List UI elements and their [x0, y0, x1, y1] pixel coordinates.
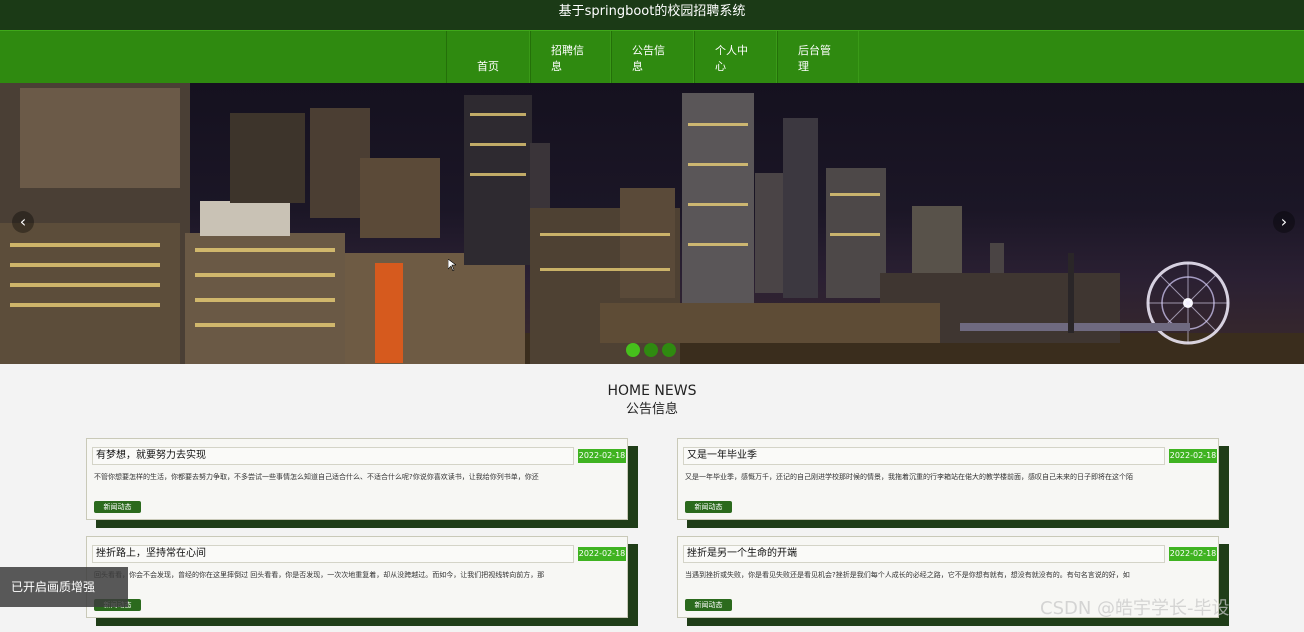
nav-item-announcements[interactable]: 公告信息	[611, 31, 694, 84]
nav-item-label: 后台管理	[798, 44, 831, 73]
quality-enhance-toast: 已开启画质增强	[0, 567, 128, 607]
news-section-heading: HOME NEWS 公告信息	[0, 382, 1304, 420]
news-card-tag[interactable]: 新闻动态	[94, 501, 141, 513]
nav-item-profile[interactable]: 个人中心	[694, 31, 777, 84]
news-card[interactable]: 挫折路上，坚持常在心间 2022-02-18 回头看看，你会不会发现，曾经的你在…	[86, 536, 628, 618]
csdn-watermark: CSDN @皓宇学长-毕设	[1040, 598, 1230, 619]
news-card-title[interactable]: 挫折路上，坚持常在心间	[92, 545, 574, 563]
site-title: 基于springboot的校园招聘系统	[558, 4, 746, 19]
city-night-skyline-image	[0, 83, 1304, 364]
nav-item-label: 招聘信息	[551, 44, 584, 73]
banner-carousel: ‹ ›	[0, 83, 1304, 364]
news-card[interactable]: 又是一年毕业季 2022-02-18 又是一年毕业季，感慨万千，还记的自己刚进学…	[677, 438, 1219, 520]
news-heading-en: HOME NEWS	[607, 383, 697, 399]
news-card-title[interactable]: 又是一年毕业季	[683, 447, 1165, 465]
mouse-cursor-icon	[448, 259, 456, 271]
news-card-wrapper: 挫折路上，坚持常在心间 2022-02-18 回头看看，你会不会发现，曾经的你在…	[86, 536, 638, 626]
news-card[interactable]: 有梦想，就要努力去实现 2022-02-18 不管你想要怎样的生活，你都要去努力…	[86, 438, 628, 520]
nav-item-jobs[interactable]: 招聘信息	[530, 31, 611, 84]
news-heading-cn: 公告信息	[625, 402, 678, 417]
carousel-dot[interactable]	[626, 343, 640, 357]
news-card-title[interactable]: 有梦想，就要努力去实现	[92, 447, 574, 465]
news-card-date: 2022-02-18	[1169, 449, 1217, 463]
news-card-wrapper: 又是一年毕业季 2022-02-18 又是一年毕业季，感慨万千，还记的自己刚进学…	[677, 438, 1229, 528]
nav-item-admin[interactable]: 后台管理	[777, 31, 859, 84]
nav-item-label: 个人中心	[715, 44, 748, 73]
site-header: 基于springboot的校园招聘系统	[0, 0, 1304, 30]
news-card-title[interactable]: 挫折是另一个生命的开端	[683, 545, 1165, 563]
main-navbar: 首页 招聘信息 公告信息 个人中心 后台管理	[0, 30, 1304, 84]
carousel-indicators	[626, 343, 676, 357]
news-card-excerpt: 又是一年毕业季，感慨万千，还记的自己刚进学校那时候的情景，我拖着沉重的行李箱站在…	[685, 473, 1133, 481]
news-card-excerpt: 回头看看，你会不会发现，曾经的你在这里摔倒过 回头看看，你是否发现，一次次地重复…	[94, 571, 545, 579]
news-card-tag[interactable]: 新闻动态	[685, 599, 732, 611]
nav-item-label: 首页	[477, 60, 499, 73]
news-card-tag[interactable]: 新闻动态	[685, 501, 732, 513]
carousel-dot[interactable]	[644, 343, 658, 357]
news-card-date: 2022-02-18	[578, 547, 626, 561]
nav-item-label: 公告信息	[632, 44, 665, 73]
carousel-next-button[interactable]: ›	[1273, 211, 1295, 233]
nav-menu: 首页 招聘信息 公告信息 个人中心 后台管理	[446, 31, 859, 84]
news-card-excerpt: 不管你想要怎样的生活，你都要去努力争取，不多尝试一些事情怎么知道自己适合什么、不…	[94, 473, 539, 481]
news-card-excerpt: 当遇到挫折或失败，你是看见失败还是看见机会?挫折是我们每个人成长的必经之路，它不…	[685, 571, 1130, 579]
news-card-date: 2022-02-18	[578, 449, 626, 463]
nav-item-home[interactable]: 首页	[446, 31, 530, 84]
news-card-wrapper: 有梦想，就要努力去实现 2022-02-18 不管你想要怎样的生活，你都要去努力…	[86, 438, 638, 528]
carousel-dot[interactable]	[662, 343, 676, 357]
news-card-date: 2022-02-18	[1169, 547, 1217, 561]
carousel-prev-button[interactable]: ‹	[12, 211, 34, 233]
